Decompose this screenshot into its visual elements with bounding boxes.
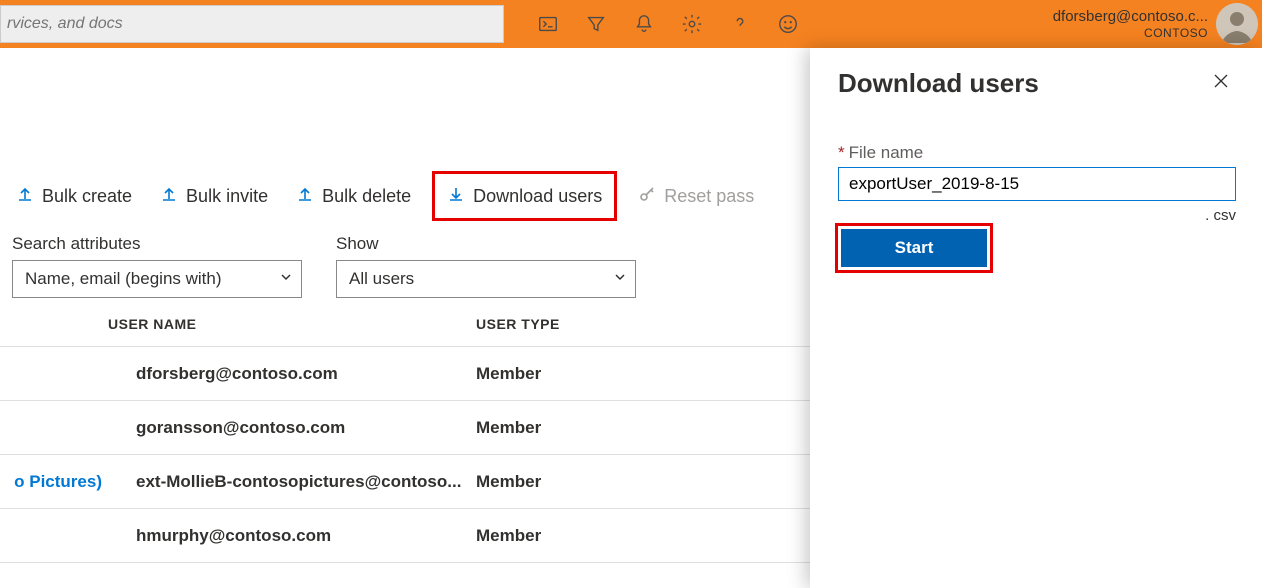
row-prefix: o Pictures) [0, 472, 108, 492]
show-dropdown[interactable]: All users [336, 260, 636, 298]
row-user-type: Member [476, 418, 676, 438]
chevron-down-icon [279, 269, 293, 289]
search-attributes-label: Search attributes [12, 234, 302, 254]
reset-password-label: Reset pass [664, 186, 754, 207]
bulk-delete-button[interactable]: Bulk delete [292, 179, 415, 213]
download-users-panel: Download users *File name . csv Start [810, 48, 1262, 588]
notifications-icon[interactable] [620, 0, 668, 48]
reset-password-button: Reset pass [634, 179, 758, 213]
table-header: USER NAME USER TYPE [0, 316, 810, 346]
row-user-type: Member [476, 472, 676, 492]
download-users-label: Download users [473, 186, 602, 207]
close-icon[interactable] [1208, 68, 1234, 98]
top-header: dforsberg@contoso.c... CONTOSO [0, 0, 1262, 48]
column-user-name[interactable]: USER NAME [108, 316, 476, 332]
global-search-input[interactable] [0, 5, 504, 43]
directory-filter-icon[interactable] [572, 0, 620, 48]
show-value: All users [349, 269, 414, 289]
file-name-label: *File name [838, 143, 1234, 163]
users-table: USER NAME USER TYPE dforsberg@contoso.co… [0, 316, 810, 563]
feedback-icon[interactable] [764, 0, 812, 48]
show-group: Show All users [336, 234, 636, 298]
show-label: Show [336, 234, 636, 254]
row-user-type: Member [476, 526, 676, 546]
account-text: dforsberg@contoso.c... CONTOSO [1053, 8, 1208, 40]
upload-icon [16, 185, 34, 208]
row-user-name: ext-MollieB-contosopictures@contoso... [108, 472, 476, 492]
bulk-invite-label: Bulk invite [186, 186, 268, 207]
command-bar: Bulk create Bulk invite Bulk delete Down… [0, 172, 758, 220]
upload-icon [296, 185, 314, 208]
file-extension: . csv [838, 207, 1236, 224]
table-row[interactable]: o Pictures)ext-MollieB-contosopictures@c… [0, 454, 810, 508]
download-users-button[interactable]: Download users [435, 174, 614, 218]
avatar [1216, 3, 1258, 45]
panel-title: Download users [838, 68, 1039, 99]
row-user-name: dforsberg@contoso.com [108, 364, 476, 384]
table-row[interactable]: dforsberg@contoso.comMember [0, 346, 810, 400]
start-button-highlight: Start [838, 226, 990, 270]
file-name-input[interactable] [838, 167, 1236, 201]
row-user-type: Member [476, 364, 676, 384]
bulk-invite-button[interactable]: Bulk invite [156, 179, 272, 213]
column-user-type[interactable]: USER TYPE [476, 316, 676, 332]
search-attributes-value: Name, email (begins with) [25, 269, 222, 289]
start-button[interactable]: Start [841, 229, 987, 267]
bulk-create-button[interactable]: Bulk create [12, 179, 136, 213]
row-user-name: goransson@contoso.com [108, 418, 476, 438]
search-attributes-group: Search attributes Name, email (begins wi… [12, 234, 302, 298]
row-user-name: hmurphy@contoso.com [108, 526, 476, 546]
table-row[interactable]: goransson@contoso.comMember [0, 400, 810, 454]
search-attributes-dropdown[interactable]: Name, email (begins with) [12, 260, 302, 298]
account-block[interactable]: dforsberg@contoso.c... CONTOSO [1053, 3, 1262, 45]
account-org: CONTOSO [1053, 26, 1208, 40]
bulk-delete-label: Bulk delete [322, 186, 411, 207]
filter-row: Search attributes Name, email (begins wi… [12, 234, 636, 298]
required-asterisk: * [838, 143, 845, 162]
account-email: dforsberg@contoso.c... [1053, 8, 1208, 26]
cloud-shell-icon[interactable] [524, 0, 572, 48]
help-icon[interactable] [716, 0, 764, 48]
key-icon [638, 185, 656, 208]
table-row[interactable]: hmurphy@contoso.comMember [0, 508, 810, 562]
settings-icon[interactable] [668, 0, 716, 48]
bulk-create-label: Bulk create [42, 186, 132, 207]
header-icons [524, 0, 812, 48]
download-icon [447, 185, 465, 208]
upload-icon [160, 185, 178, 208]
chevron-down-icon [613, 269, 627, 289]
